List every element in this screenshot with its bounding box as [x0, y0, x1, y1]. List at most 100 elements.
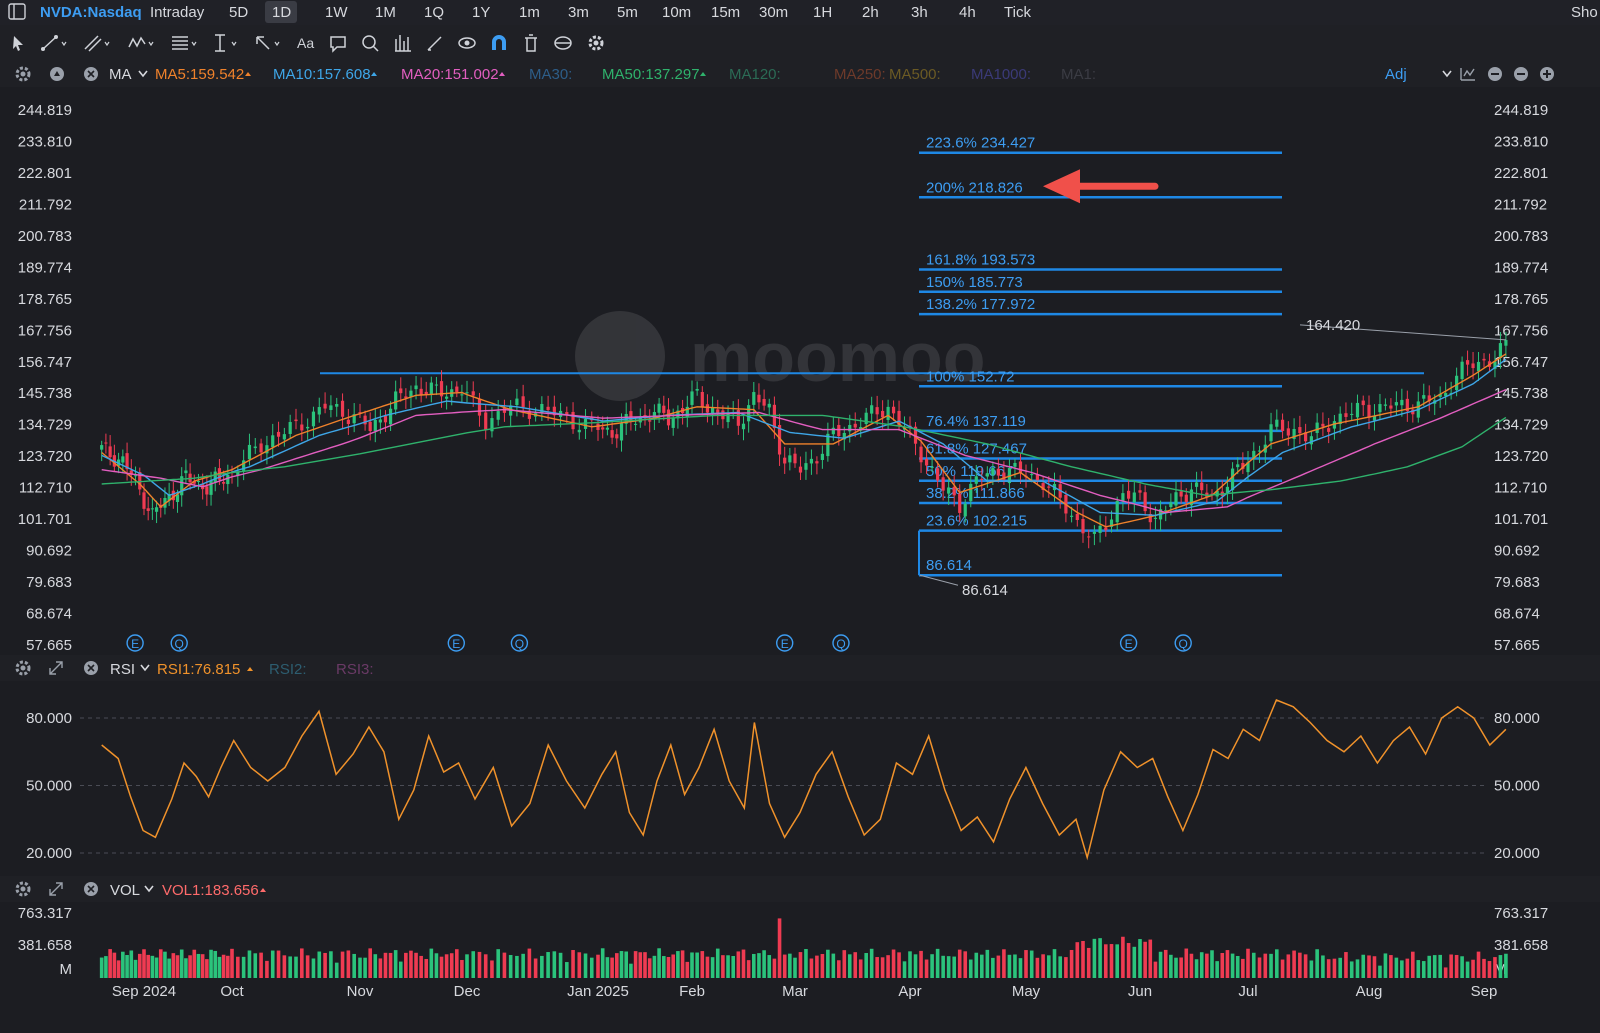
ma-item-3[interactable]: MA30: — [529, 66, 572, 83]
symbol-label[interactable]: NVDA:Nasdaq — [40, 4, 142, 21]
period-tab-1q[interactable]: 1Q — [424, 4, 444, 21]
period-tab-1y[interactable]: 1Y — [472, 4, 490, 21]
volume-bar — [1504, 953, 1508, 978]
vol-indicator-name[interactable]: VOL — [110, 882, 140, 899]
volume-bar — [676, 951, 680, 978]
volume-bar — [1427, 955, 1432, 978]
volume-bar — [853, 952, 858, 978]
candle-body — [615, 434, 619, 439]
magnet-icon[interactable] — [492, 35, 506, 50]
channel-tool-icon[interactable] — [84, 35, 110, 52]
cursor-icon[interactable] — [13, 36, 23, 51]
pattern-icon[interactable] — [395, 35, 411, 52]
ma-item-2[interactable]: MA20:151.002 — [401, 66, 499, 83]
fib-tool-icon[interactable] — [172, 36, 197, 50]
rsi-item-0[interactable]: RSI1:76.815 — [157, 661, 240, 678]
collapse-icon[interactable] — [1488, 67, 1502, 81]
show-label[interactable]: Sho — [1571, 4, 1598, 21]
period-tab-30m[interactable]: 30m — [759, 4, 788, 21]
volume-bar — [163, 951, 167, 978]
period-tab-1m[interactable]: 1m — [519, 4, 540, 21]
period-tab-4h[interactable]: 4h — [959, 4, 976, 21]
candle-body — [930, 466, 934, 468]
line-tool-icon[interactable] — [41, 35, 67, 51]
sync-icon[interactable] — [554, 36, 572, 50]
rsi-item-2[interactable]: RSI3: — [336, 661, 374, 678]
gear-icon[interactable] — [588, 35, 604, 51]
candle-body — [1121, 493, 1125, 501]
volume-bar — [154, 957, 159, 978]
period-tab-2h[interactable]: 2h — [862, 4, 879, 21]
rsi-close-icon[interactable] — [84, 661, 98, 675]
volume-bar — [767, 955, 772, 978]
candle-body — [695, 388, 699, 391]
sidebar-toggle-icon[interactable] — [8, 3, 26, 20]
period-tab-5m[interactable]: 5m — [617, 4, 638, 21]
vol-item-0[interactable]: VOL1:183.656 — [162, 882, 259, 899]
vertical-line-icon[interactable] — [215, 34, 237, 52]
volume-bar — [985, 949, 990, 978]
chart-area[interactable]: MA MA5:159.542 MA10:157.608 MA20:151.002 MA… — [0, 61, 1600, 1033]
price-axis-right-label: 200.783 — [1494, 228, 1548, 245]
visibility-toggle-icon[interactable] — [50, 67, 64, 81]
period-tab-3m[interactable]: 3m — [568, 4, 589, 21]
vol-close-icon[interactable] — [84, 882, 98, 896]
expand-icon[interactable] — [1540, 67, 1554, 81]
volume-bar — [991, 957, 995, 978]
ma-item-5[interactable]: MA120: — [729, 66, 781, 83]
volume-bar — [483, 954, 488, 978]
ma-indicator-name[interactable]: MA — [109, 66, 132, 83]
volume-bar — [209, 949, 213, 978]
volume-bar — [583, 953, 588, 978]
candle-body — [1394, 402, 1398, 406]
zoom-icon[interactable] — [362, 35, 379, 52]
ma-item-1[interactable]: MA10:157.608 — [273, 66, 371, 83]
period-tab-5d[interactable]: 5D — [229, 4, 248, 21]
ma-item-0[interactable]: MA5:159.542 — [155, 66, 244, 83]
volume-bar — [1169, 954, 1173, 978]
close-indicator-icon[interactable] — [84, 67, 98, 81]
candle-body — [460, 394, 464, 396]
arrow-tool-icon[interactable] — [256, 36, 280, 50]
candle-body — [700, 392, 704, 408]
ma-item-9[interactable]: MA1: — [1061, 66, 1096, 83]
period-tab-15m[interactable]: 15m — [711, 4, 740, 21]
ma-item-6[interactable]: MA250: — [834, 66, 886, 83]
volume-bar — [129, 950, 134, 978]
wave-tool-icon[interactable] — [128, 36, 154, 48]
period-tab-1d[interactable]: 1D — [272, 4, 291, 21]
period-tab-1h[interactable]: 1H — [813, 4, 832, 21]
adj-label[interactable]: Adj — [1385, 66, 1407, 83]
volume-bar — [565, 962, 569, 978]
ma-item-7[interactable]: MA500: — [889, 66, 941, 83]
comment-icon[interactable] — [330, 36, 346, 53]
text-tool-icon[interactable]: Aa — [297, 35, 314, 51]
period-tab-10m[interactable]: 10m — [662, 4, 691, 21]
volume-bar — [1158, 951, 1163, 978]
period-tab-1w[interactable]: 1W — [325, 4, 348, 21]
candle-body — [788, 455, 792, 463]
volume-bar — [1058, 956, 1062, 978]
candle-body — [317, 407, 321, 415]
candle-body — [455, 386, 459, 392]
price-axis-left-label: 145.738 — [18, 385, 72, 402]
trash-icon[interactable] — [525, 34, 537, 52]
rsi-axis-right-label: 50.000 — [1494, 778, 1540, 795]
candle-body — [142, 492, 146, 509]
ma-item-8[interactable]: MA1000: — [971, 66, 1031, 83]
rsi-indicator-name[interactable]: RSI — [110, 661, 135, 678]
candle-body — [820, 453, 824, 460]
rsi-item-1[interactable]: RSI2: — [269, 661, 307, 678]
period-tab-1m[interactable]: 1M — [375, 4, 396, 21]
minimize-icon[interactable] — [1514, 67, 1528, 81]
period-tab-tick[interactable]: Tick — [1004, 4, 1031, 21]
ma-item-4[interactable]: MA50:137.297 — [602, 66, 700, 83]
volume-bar — [680, 950, 685, 978]
volume-bar — [1148, 939, 1153, 978]
period-tab-3h[interactable]: 3h — [911, 4, 928, 21]
eye-icon[interactable] — [458, 37, 476, 49]
candle-body — [1104, 527, 1108, 531]
period-tab-intraday[interactable]: Intraday — [150, 4, 205, 21]
candle-body — [259, 443, 263, 453]
brush-icon[interactable] — [427, 36, 442, 51]
